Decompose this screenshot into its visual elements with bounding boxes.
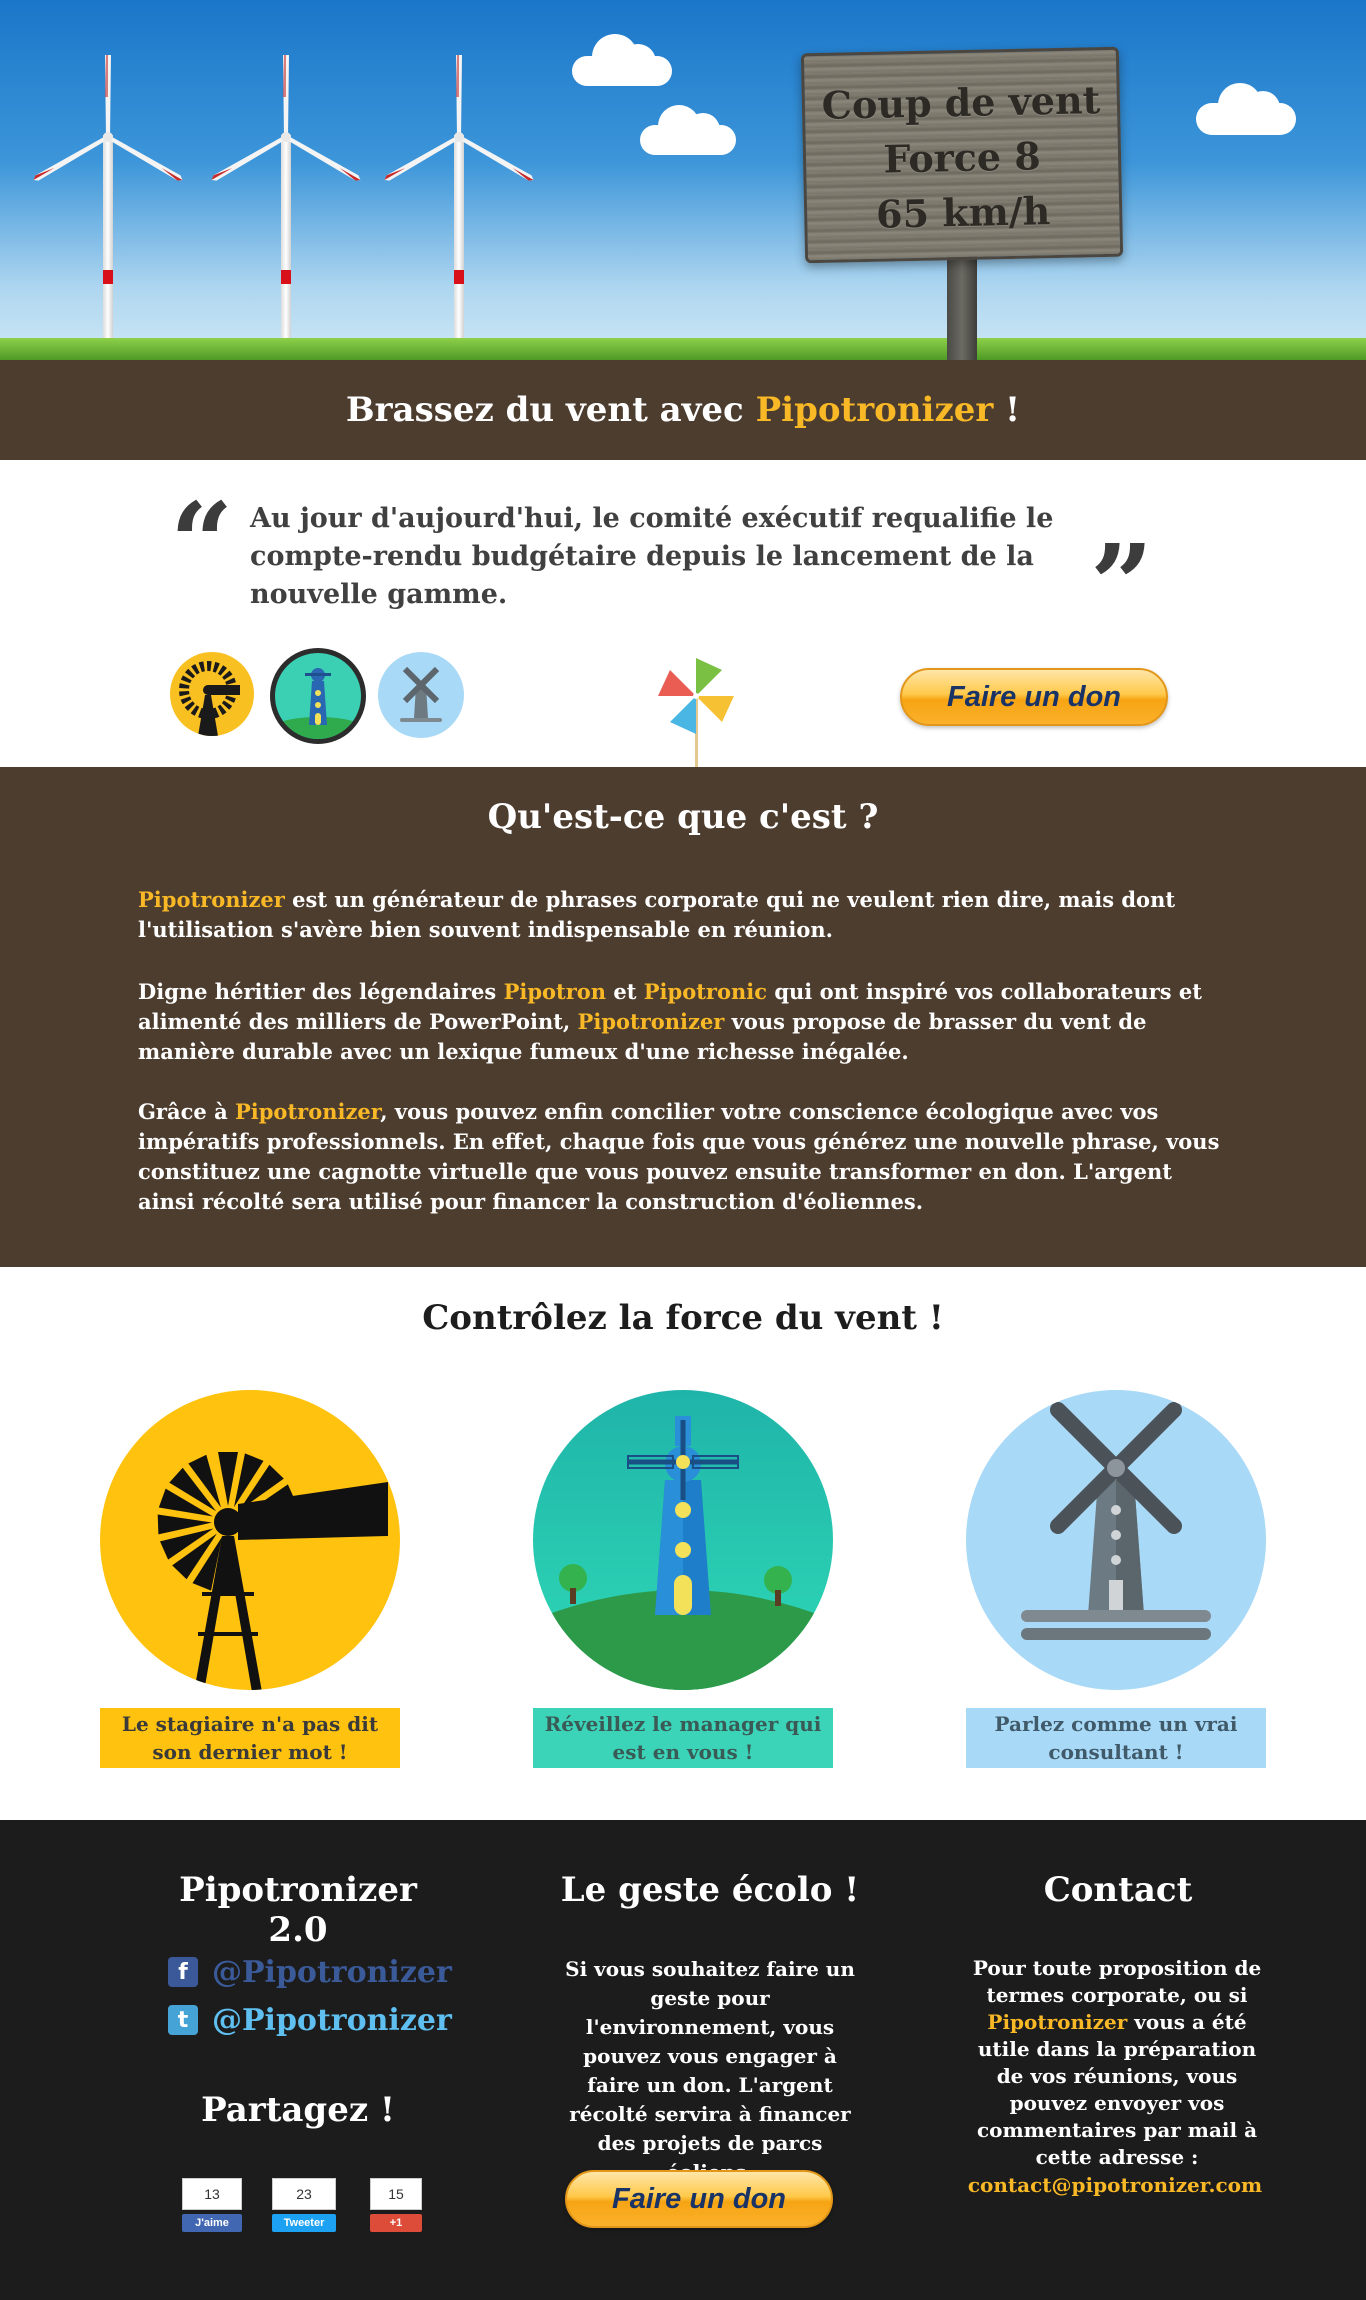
- brand-name: Pipotronizer: [987, 2010, 1128, 2034]
- windpump-icon: [179, 661, 240, 736]
- windmill-selector[interactable]: [378, 652, 464, 738]
- brand-name: Pipotronic: [643, 979, 768, 1004]
- lighthouse-windmill-icon: [275, 668, 361, 739]
- option-label[interactable]: Parlez comme un vrai consultant !: [966, 1708, 1266, 1768]
- about-title: Qu'est-ce que c'est ?: [487, 797, 879, 837]
- text-span: Pour toute proposition de termes corpora…: [972, 1956, 1262, 2007]
- wind-turbine-icon: [33, 55, 183, 360]
- tweet-widget[interactable]: 23 Tweeter: [272, 2178, 336, 2232]
- google-plus-widget[interactable]: 15 +1: [370, 2178, 422, 2232]
- windpump-option[interactable]: [100, 1390, 400, 1690]
- sign-line: 65 km/h: [875, 188, 1051, 237]
- lighthouse-option[interactable]: [533, 1390, 833, 1690]
- windpump-selector[interactable]: [170, 652, 254, 736]
- brand-name: Pipotronizer: [755, 390, 994, 430]
- lighthouse-windmill-icon: [533, 1416, 833, 1690]
- twitter-icon: t: [168, 2005, 198, 2035]
- like-button[interactable]: J'aime: [182, 2214, 242, 2232]
- donate-button[interactable]: Faire un don: [565, 2170, 833, 2228]
- wind-turbine-icon: [211, 55, 361, 360]
- wind-turbine-icon: [384, 55, 534, 360]
- open-quote-icon: “: [170, 478, 234, 607]
- sign-line: Force 8: [882, 133, 1042, 182]
- hero-banner: Coup de vent Force 8 65 km/h: [0, 0, 1366, 360]
- option-label[interactable]: Réveillez le manager qui est en vous !: [533, 1708, 833, 1768]
- donate-button[interactable]: Faire un don: [900, 668, 1168, 726]
- control-title: Contrôlez la force du vent !: [422, 1298, 944, 1338]
- cloud-icon: [1196, 83, 1296, 135]
- text-span: Digne héritier des légendaires: [138, 979, 504, 1004]
- brand-name: Pipotronizer: [138, 887, 285, 912]
- footer-title: Pipotronizer 2.0: [179, 1870, 417, 1950]
- about-paragraph-1: Pipotronizer est un générateur de phrase…: [138, 885, 1228, 945]
- contact-text: Pour toute proposition de termes corpora…: [972, 1955, 1262, 2171]
- footer-title: Contact: [1043, 1870, 1193, 1910]
- footer-title: Le geste écolo !: [560, 1870, 860, 1910]
- eco-text: Si vous souhaitez faire un geste pour l'…: [565, 1957, 855, 2184]
- brand-name: Pipotronizer: [577, 1009, 725, 1034]
- contact-email-link[interactable]: contact@pipotronizer.com: [960, 2173, 1270, 2197]
- about-section: Qu'est-ce que c'est ? Pipotronizer est u…: [0, 767, 1366, 1267]
- text-span: Grâce à: [138, 1099, 235, 1124]
- twitter-handle: @Pipotronizer: [212, 2002, 452, 2038]
- sign-line: Coup de vent: [821, 77, 1101, 128]
- tweet-count: 23: [272, 2178, 336, 2210]
- brand-name: Pipotronizer: [234, 1099, 381, 1124]
- facebook-icon: f: [168, 1957, 198, 1987]
- grass-strip: [0, 338, 1366, 360]
- lighthouse-selector[interactable]: [270, 648, 366, 744]
- facebook-like-widget[interactable]: 13 J'aime: [182, 2178, 242, 2232]
- like-count: 13: [182, 2178, 242, 2210]
- share-title: Partagez !: [201, 2090, 395, 2130]
- twitter-link[interactable]: t @Pipotronizer: [168, 2002, 452, 2038]
- close-quote-icon: ”: [1090, 520, 1154, 649]
- wind-force-sign: Coup de vent Force 8 65 km/h: [800, 46, 1124, 264]
- quote-text: Au jour d'aujourd'hui, le comité exécuti…: [250, 503, 1054, 610]
- text-span: et: [606, 979, 644, 1004]
- brand-name: Pipotron: [503, 979, 607, 1004]
- windpump-icon: [157, 1452, 388, 1690]
- option-label[interactable]: Le stagiaire n'a pas dit son dernier mot…: [100, 1708, 400, 1768]
- tweet-button[interactable]: Tweeter: [272, 2214, 336, 2232]
- about-paragraph-3: Grâce à Pipotronizer, vous pouvez enfin …: [138, 1097, 1228, 1217]
- windmill-icon: [1021, 1402, 1211, 1640]
- cloud-icon: [572, 34, 672, 86]
- plusone-button[interactable]: +1: [370, 2214, 422, 2232]
- facebook-handle: @Pipotronizer: [212, 1954, 452, 1990]
- tagline-bar: Brassez du vent avec Pipotronizer !: [0, 360, 1366, 460]
- pinwheel-icon: [658, 658, 734, 768]
- windmill-option[interactable]: [966, 1390, 1266, 1690]
- cloud-icon: [640, 105, 736, 155]
- tagline-suffix: !: [993, 390, 1021, 430]
- tagline-text: Brassez du vent avec: [345, 390, 756, 430]
- windmill-icon: [400, 666, 442, 722]
- text-span: est un générateur de phrases corporate q…: [138, 887, 1176, 942]
- plusone-count: 15: [370, 2178, 422, 2210]
- facebook-link[interactable]: f @Pipotronizer: [168, 1954, 452, 1990]
- about-paragraph-2: Digne héritier des légendaires Pipotron …: [138, 977, 1228, 1067]
